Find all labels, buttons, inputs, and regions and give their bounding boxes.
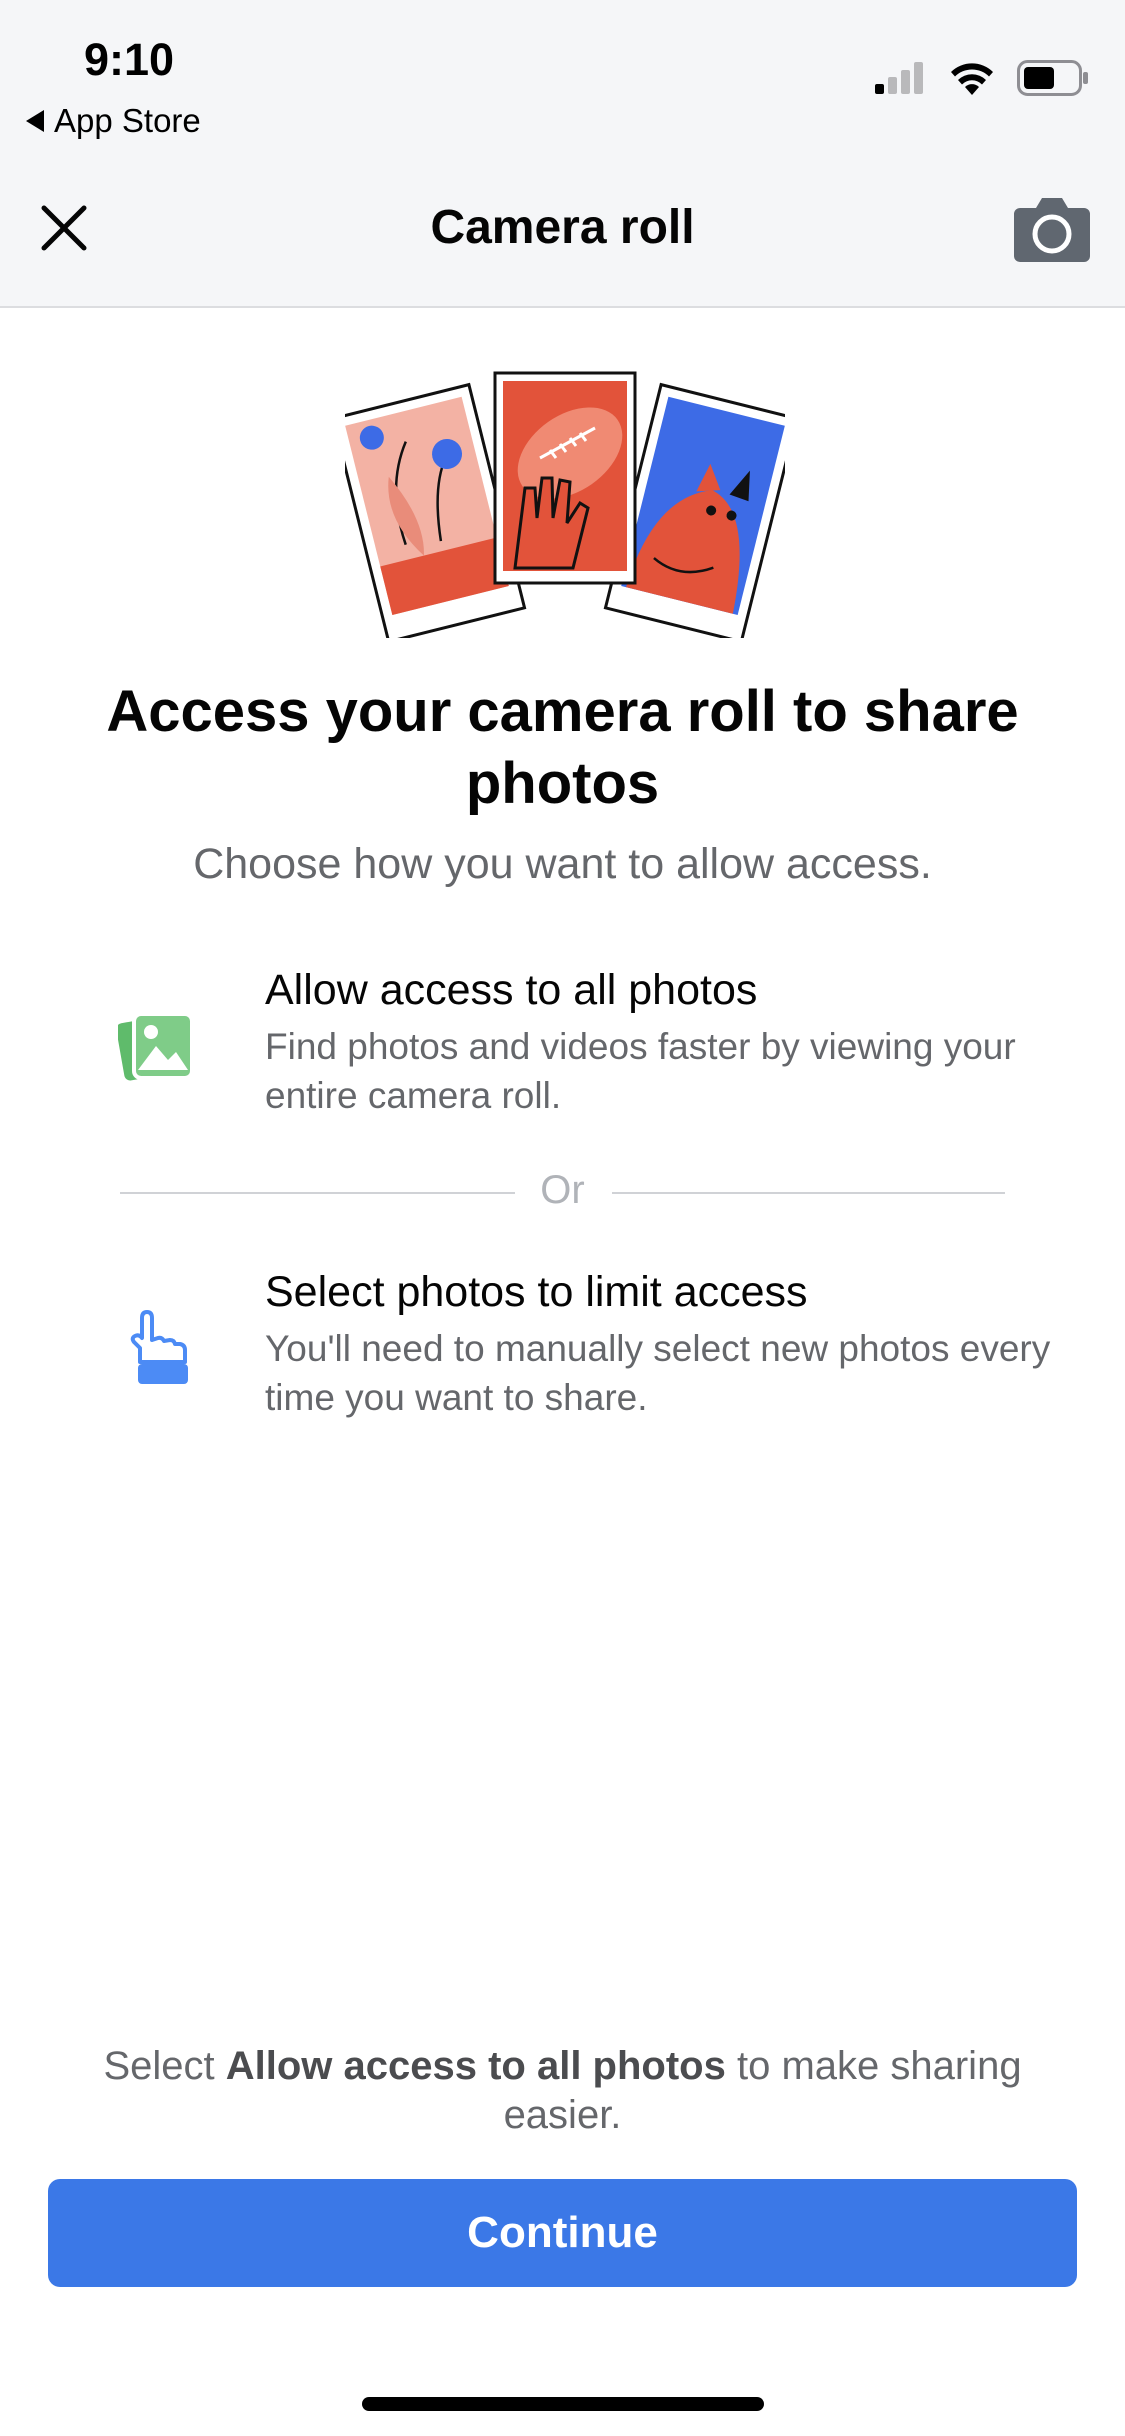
option-description: Find photos and videos faster by viewing…: [265, 1026, 1016, 1116]
home-indicator[interactable]: [362, 2397, 764, 2411]
option-description: You'll need to manually select new photo…: [265, 1328, 1051, 1418]
camera-icon[interactable]: [1014, 192, 1090, 262]
footer-note-prefix: Select: [103, 2044, 226, 2088]
footer-note-bold: Allow access to all photos: [225, 2044, 726, 2088]
photos-illustration: [345, 371, 785, 638]
back-to-app-store-link[interactable]: App Store: [26, 102, 201, 140]
option-title: Select photos to limit access: [265, 1268, 808, 1316]
wifi-icon: [951, 63, 993, 95]
photos-icon: [118, 1012, 194, 1081]
hand-pointer-icon: [130, 1310, 188, 1384]
or-divider: Or: [120, 1168, 1005, 1218]
signal-icon: [875, 62, 923, 94]
footer-note: Select Allow access to all photos to mak…: [90, 2042, 1035, 2140]
option-select-photos[interactable]: Select photos to limit access You'll nee…: [0, 1268, 1125, 1428]
top-bar: 9:10 App Store Camera roll: [0, 0, 1125, 308]
back-app-label: App Store: [54, 102, 201, 139]
option-allow-all-photos[interactable]: Allow access to all photos Find photos a…: [0, 966, 1125, 1126]
main-subtitle: Choose how you want to allow access.: [193, 840, 932, 888]
status-icons: [875, 60, 1089, 96]
main-heading: Access your camera roll to share photos: [106, 679, 1019, 816]
divider-label: Or: [540, 1168, 585, 1212]
continue-button[interactable]: Continue: [48, 2179, 1077, 2287]
status-time: 9:10: [84, 34, 175, 85]
option-title: Allow access to all photos: [265, 966, 758, 1014]
back-arrow-icon: [26, 110, 44, 132]
page-title: Camera roll: [430, 201, 695, 254]
battery-icon: [1017, 60, 1088, 96]
